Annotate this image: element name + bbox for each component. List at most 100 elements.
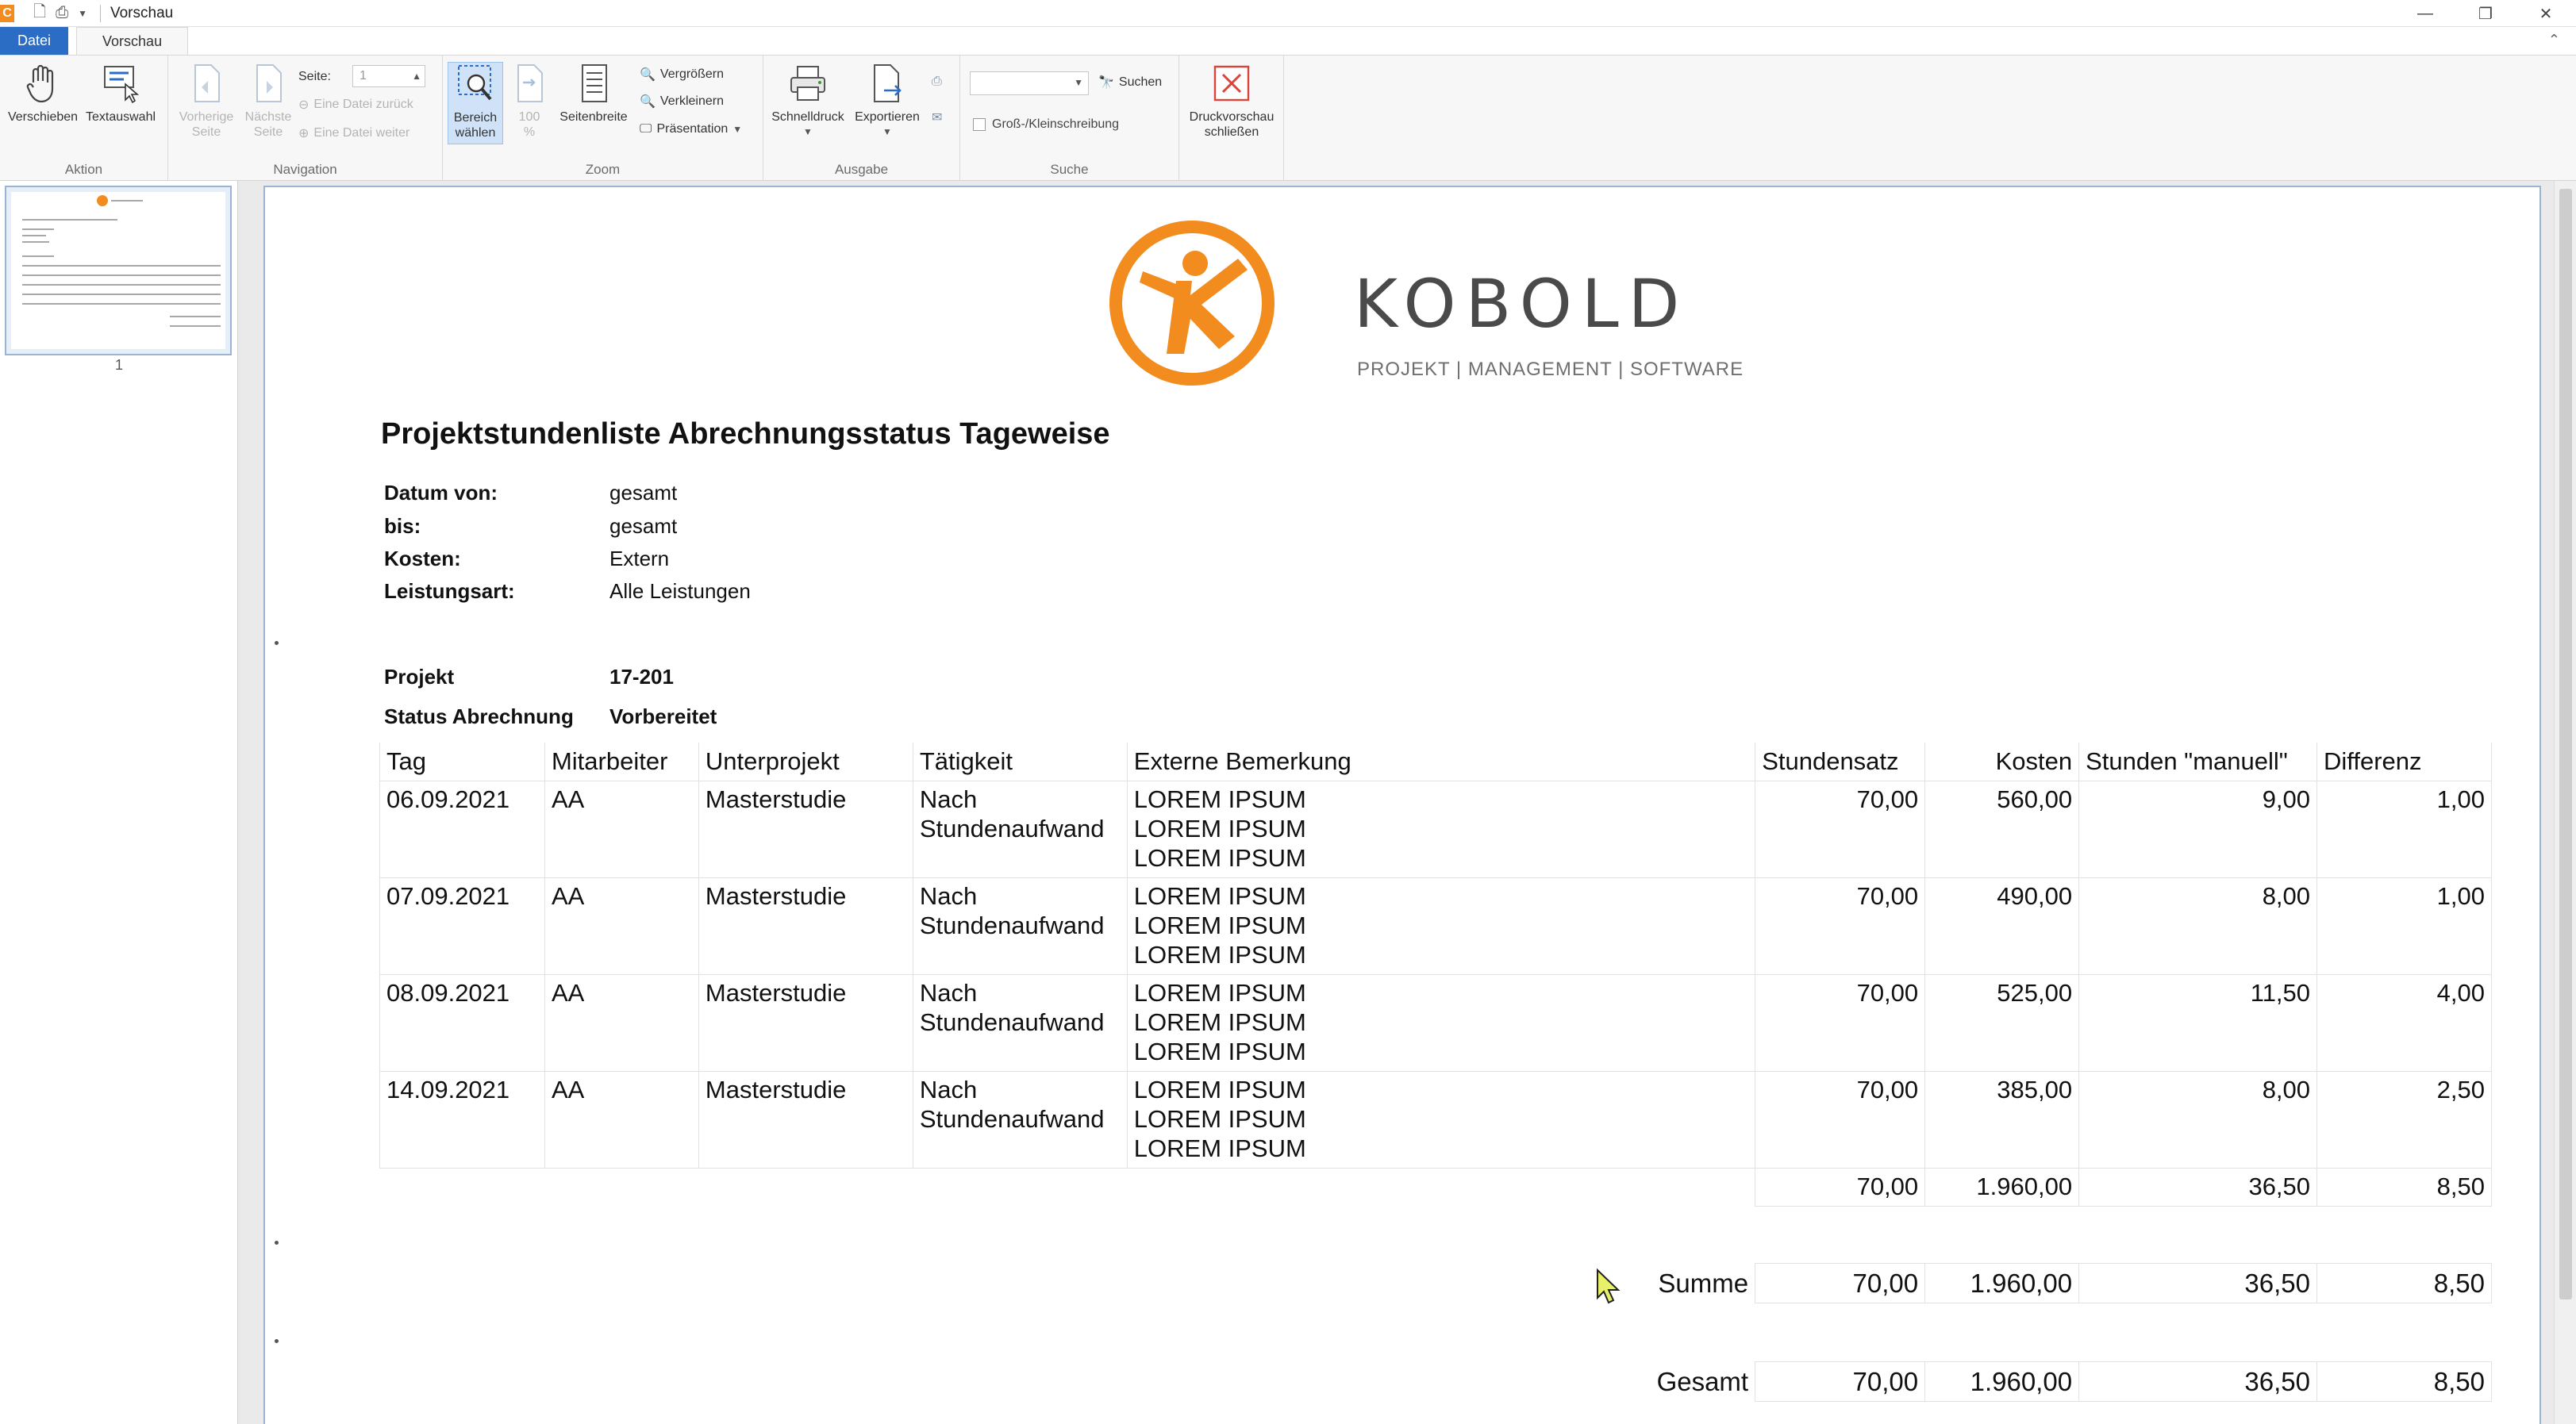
thumbnail-paper: [11, 192, 225, 349]
next-page-icon: [248, 62, 289, 105]
ribbon-tabs: Datei Vorschau ⌃: [0, 27, 2576, 56]
cell-taetigkeit-line: Stundenaufwand: [919, 1104, 1105, 1133]
close-preview-icon: [1211, 62, 1252, 105]
next-page-label-1: Nächste: [244, 110, 292, 124]
page-width-button[interactable]: Seitenbreite: [554, 62, 633, 125]
minimize-icon[interactable]: —: [2395, 0, 2455, 27]
case-sensitive-checkbox[interactable]: Groß-/Kleinschreibung: [973, 117, 1119, 132]
hours-table: Tag Mitarbeiter Unterprojekt Tätigkeit E…: [379, 743, 2492, 1207]
presentation-label: Präsentation: [656, 122, 729, 136]
cell-tag: 08.09.2021: [379, 974, 545, 1072]
move-button[interactable]: Verschieben: [5, 62, 81, 125]
table-row: 06.09.2021 AA Masterstudie Nach Stundenau…: [379, 781, 2492, 878]
col-header-unterprojekt: Unterprojekt: [698, 743, 913, 781]
text-select-button[interactable]: Textauswahl: [83, 62, 159, 125]
scrollbar-thumb[interactable]: [2559, 189, 2572, 1299]
cell-differenz: 4,00: [2316, 974, 2492, 1072]
cell-bemerkung-line: LOREM IPSUM: [1133, 814, 1306, 843]
file-forward-icon: ⊕: [298, 127, 310, 140]
export-dropdown-icon[interactable]: ▼: [848, 125, 927, 140]
next-page-button[interactable]: Nächste Seite: [236, 62, 300, 140]
project-value: 17-201: [609, 665, 674, 689]
search-input[interactable]: ▼: [970, 71, 1089, 95]
close-preview-label-2: schließen: [1204, 125, 1259, 139]
preview-area[interactable]: KOBOLD PROJEKT | MANAGEMENT | SOFTWARE P…: [238, 181, 2576, 1424]
cell-bemerkung-line: LOREM IPSUM: [1133, 1134, 1306, 1162]
print-setup-icon[interactable]: ⎙: [932, 75, 942, 89]
presentation-dropdown-icon: ▼: [732, 124, 743, 135]
cell-stunden: 8,00: [2078, 1071, 2318, 1169]
select-area-button[interactable]: Bereich wählen: [448, 62, 503, 144]
ribbon-collapse-icon[interactable]: ⌃: [2548, 32, 2560, 48]
tab-file[interactable]: Datei: [0, 27, 69, 55]
grand-total-table: Gesamt 70,00 1.960,00 36,50 8,50: [379, 1361, 2492, 1402]
page-thumbnail[interactable]: [5, 186, 232, 355]
export-icon: [867, 62, 908, 105]
binoculars-icon: 🔭: [1098, 76, 1114, 90]
restore-icon[interactable]: ❐: [2455, 0, 2516, 27]
sum-kosten: 1.960,00: [1924, 1263, 2080, 1303]
checkbox-box[interactable]: [973, 118, 986, 131]
new-document-icon[interactable]: 🗋: [33, 0, 46, 27]
thumbnail-page-number: 1: [114, 357, 123, 373]
email-export-icon[interactable]: ✉: [932, 109, 942, 125]
previous-page-label-2: Seite: [191, 125, 221, 139]
cell-bemerkung-line: LOREM IPSUM: [1133, 1037, 1306, 1065]
thumbnail-line: [170, 325, 221, 327]
cell-mitarbeiter: AA: [544, 974, 699, 1072]
thumbnail-line: [22, 219, 117, 221]
total-spacer: [380, 1168, 1755, 1206]
cell-bemerkung-line: LOREM IPSUM: [1133, 881, 1306, 910]
search-dropdown-icon[interactable]: ▼: [1074, 77, 1083, 88]
close-window-icon[interactable]: ✕: [2516, 0, 2576, 27]
thumbnail-pane: 1: [0, 181, 238, 1424]
zoom-100-label-1: 100: [518, 110, 540, 124]
table-row: 14.09.2021 AA Masterstudie Nach Stundenau…: [379, 1071, 2492, 1169]
sum-stunden: 36,50: [2078, 1263, 2317, 1303]
app-icon: C: [0, 4, 14, 22]
quick-print-dropdown-icon[interactable]: ▼: [767, 125, 849, 140]
zoom-100-button[interactable]: 100 %: [503, 62, 556, 140]
hand-icon: [22, 62, 63, 105]
quick-access-dropdown-icon[interactable]: ▼: [78, 8, 87, 19]
previous-page-button[interactable]: Vorherige Seite: [175, 62, 238, 140]
cell-bemerkung-line: LOREM IPSUM: [1133, 785, 1306, 813]
search-button[interactable]: 🔭 Suchen: [1098, 75, 1162, 90]
thumbnail-line: [22, 265, 221, 267]
kobold-logo-mark-icon: [1109, 221, 1275, 386]
spin-caret-icon[interactable]: ▲: [412, 66, 421, 86]
thumbnail-line: [22, 274, 221, 276]
quick-print-button[interactable]: Schnelldruck ▼: [767, 62, 849, 140]
report-title: Projektstundenliste Abrechnungsstatus Ta…: [381, 417, 1110, 451]
file-back-button[interactable]: ⊖ Eine Datei zurück: [298, 97, 413, 113]
presentation-button[interactable]: 🖵 Präsentation ▼: [640, 122, 742, 136]
group-label-suche: Suche: [1050, 162, 1089, 177]
zoom-out-icon: 🔍: [640, 95, 656, 109]
shrink-button[interactable]: 🔍 Verkleinern: [640, 94, 724, 109]
group-label-navigation: Navigation: [273, 162, 337, 177]
sum-differenz: 8,50: [2316, 1263, 2492, 1303]
title-bar: C 🗋 ⎙ ▼ Vorschau — ❐ ✕: [0, 0, 2576, 27]
cell-tag: 06.09.2021: [379, 781, 545, 878]
zoom-100-icon: [509, 62, 550, 105]
vertical-scrollbar[interactable]: [2554, 181, 2576, 1424]
cell-kosten: 560,00: [1924, 781, 2080, 878]
meta-value-service-type: Alle Leistungen: [609, 579, 751, 603]
enlarge-button[interactable]: 🔍 Vergrößern: [640, 67, 724, 83]
close-preview-button[interactable]: Druckvorschau schließen: [1182, 62, 1281, 140]
file-forward-button[interactable]: ⊕ Eine Datei weiter: [298, 125, 409, 141]
page-number-input[interactable]: 1 ▲: [352, 65, 425, 87]
total-kosten: 1.960,00: [1924, 1168, 2080, 1207]
select-area-label-1: Bereich: [453, 111, 498, 125]
table-row: 07.09.2021 AA Masterstudie Nach Stundenau…: [379, 877, 2492, 975]
text-select-icon: [100, 62, 141, 105]
move-label: Verschieben: [7, 110, 79, 124]
cell-kosten: 385,00: [1924, 1071, 2080, 1169]
cell-taetigkeit-line: Stundenaufwand: [919, 1008, 1105, 1036]
print-icon[interactable]: ⎙: [56, 4, 68, 22]
tab-preview[interactable]: Vorschau: [76, 27, 189, 55]
section-marker: [275, 1339, 279, 1343]
grand-total-row: Gesamt 70,00 1.960,00 36,50 8,50: [379, 1361, 2492, 1402]
export-button[interactable]: Exportieren ▼: [848, 62, 927, 140]
export-label: Exportieren: [855, 110, 920, 124]
